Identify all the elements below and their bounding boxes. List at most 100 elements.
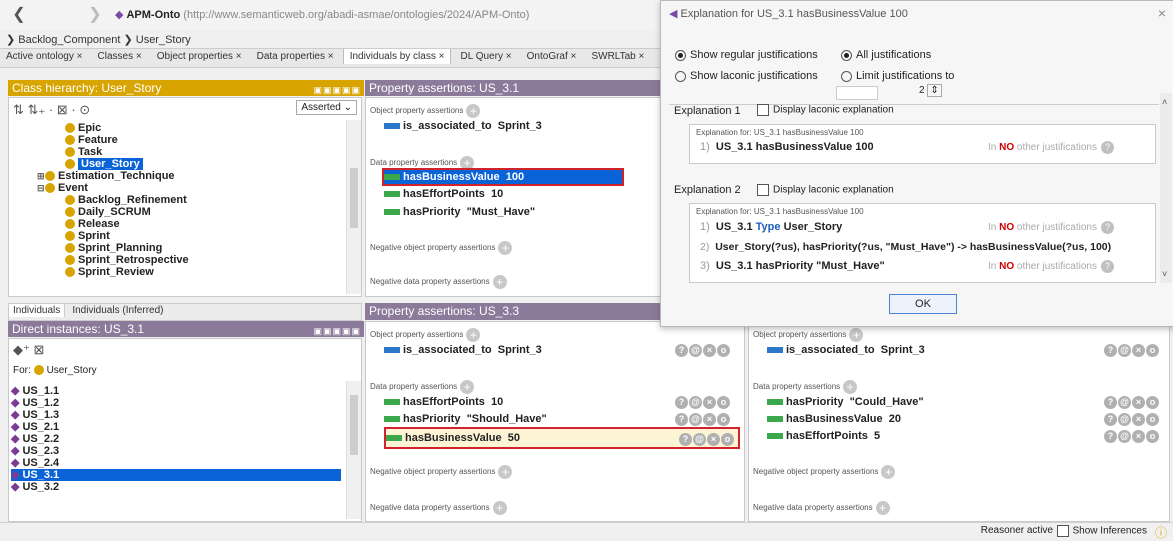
assertion-actions[interactable]: ? @ × o	[1103, 413, 1159, 426]
add-negative-object-assertion-button[interactable]: +	[498, 465, 513, 479]
class-tree-item[interactable]: ⊟ Event	[13, 182, 343, 194]
class-tree-item[interactable]: Task	[13, 146, 343, 158]
expander-icon[interactable]: ⊞	[37, 170, 45, 182]
assertion-row[interactable]: hasPriority "Should_Have" ? @ × o	[384, 413, 734, 426]
assertion-row[interactable]: hasEffortPoints 10	[384, 188, 503, 200]
back-button[interactable]: ❮	[10, 6, 28, 24]
add-negative-data-assertion-button[interactable]: +	[492, 275, 507, 289]
individual-item[interactable]: ◆ US_1.1	[11, 385, 341, 397]
class-tree-item[interactable]: Feature	[13, 134, 343, 146]
limit-spinner[interactable]: 2 ⇕	[919, 84, 942, 97]
class-tree-item[interactable]: Release	[13, 218, 343, 230]
assertion-row[interactable]: hasPriority "Could_Have" ? @ × o	[767, 396, 1163, 409]
class-tree-item[interactable]: Sprint_Planning	[13, 242, 343, 254]
individual-item[interactable]: ◆ US_2.1	[11, 421, 341, 433]
individual-toolbar-icons[interactable]: ◆⁺ ⊠	[13, 342, 44, 358]
warning-icon[interactable]: ⓘ	[1155, 524, 1167, 541]
explain-icon: ?	[675, 396, 688, 409]
justification-line[interactable]: 3) US_3.1 hasPriority "Must_Have" In NO …	[700, 260, 1150, 273]
class-tree-item[interactable]: Daily_SCRUM	[13, 206, 343, 218]
panel-window-buttons[interactable]: ▣▣▣▣▣	[313, 323, 361, 339]
tab-individuals-inferred[interactable]: Individuals (Inferred)	[68, 304, 167, 317]
scroll-thumb[interactable]	[350, 168, 358, 228]
justification-line[interactable]: 2) User_Story(?us), hasPriority(?us, "Mu…	[700, 241, 1155, 253]
class-tree-item[interactable]: Sprint_Review	[13, 266, 343, 278]
display-laconic-checkbox-2[interactable]: Display laconic explanation	[757, 184, 894, 196]
tab-swrltab[interactable]: SWRLTab ×	[585, 49, 650, 64]
assertion-row[interactable]: is_associated_to Sprint_3 ? @ × o	[384, 344, 734, 357]
all-justifications-radio[interactable]: All justifications	[841, 49, 931, 61]
limit-justifications-radio[interactable]: Limit justifications to	[841, 70, 954, 82]
individual-item[interactable]: ◆ US_1.2	[11, 397, 341, 409]
assertion-row[interactable]: is_associated_to Sprint_3	[384, 120, 542, 132]
add-negative-object-assertion-button[interactable]: +	[881, 465, 896, 479]
tab-individuals[interactable]: Individuals	[9, 304, 66, 317]
individual-item[interactable]: ◆ US_2.2	[11, 433, 341, 445]
assertion-row-highlighted[interactable]: hasBusinessValue 50 ? @ × o	[384, 427, 740, 449]
assertion-actions[interactable]: ? @ × o	[674, 413, 730, 426]
close-icon[interactable]: ×	[1158, 5, 1166, 21]
individual-item[interactable]: ◆ US_1.3	[11, 409, 341, 421]
add-object-assertion-button[interactable]: +	[466, 104, 481, 118]
assertion-row[interactable]: hasBusinessValue 20 ? @ × o	[767, 413, 1163, 426]
add-data-assertion-button[interactable]: +	[843, 380, 858, 394]
tab-ontograf[interactable]: OntoGraf ×	[521, 49, 583, 64]
tab-individuals-by-class[interactable]: Individuals by class ×	[342, 49, 452, 64]
class-toolbar-icons[interactable]: ⇅ ⇅₊ · ⊠ · ⊙	[13, 102, 90, 118]
individual-item[interactable]: ◆ US_2.3	[11, 445, 341, 457]
add-negative-object-assertion-button[interactable]: +	[498, 241, 513, 255]
add-object-assertion-button[interactable]: +	[849, 328, 864, 342]
class-tree-item[interactable]: ⊞ Estimation_Technique	[13, 170, 343, 182]
asserted-dropdown[interactable]: Asserted ⌄	[296, 100, 357, 115]
tab-active-ontology[interactable]: Active ontology ×	[0, 49, 88, 64]
assertion-actions[interactable]: ? @ × o	[1103, 430, 1159, 443]
ontology-url: ◆ APM-Onto (http://www.semanticweb.org/ab…	[115, 8, 529, 21]
class-icon	[65, 159, 75, 170]
dialog-scrollbar[interactable]: ˄ ˅	[1160, 93, 1172, 283]
class-tree-item[interactable]: User_Story	[13, 158, 343, 170]
assertion-row[interactable]: hasEffortPoints 10 ? @ × o	[384, 396, 734, 409]
tab-object-properties[interactable]: Object properties ×	[151, 49, 248, 64]
individual-item[interactable]: ◆ US_3.2	[11, 481, 341, 493]
assertion-row[interactable]: is_associated_to Sprint_3 ? @ × o	[767, 344, 1163, 357]
assertion-row-selected[interactable]: hasBusinessValue 100	[382, 168, 624, 186]
assertion-actions[interactable]: ? @ × o	[678, 431, 734, 449]
expander-icon[interactable]: ⊟	[37, 182, 45, 194]
justification-line[interactable]: 1) US_3.1 Type User_Story In NO other ju…	[700, 221, 1150, 234]
individual-list-scrollbar[interactable]	[346, 381, 361, 519]
class-label: Backlog_Refinement	[78, 194, 187, 206]
add-object-assertion-button[interactable]: +	[466, 328, 481, 342]
add-data-assertion-button[interactable]: +	[460, 380, 475, 394]
panel-window-buttons[interactable]: ▣▣▣▣▣	[313, 82, 361, 98]
show-regular-radio[interactable]: Show regular justifications	[675, 49, 818, 61]
class-tree-item[interactable]: Backlog_Refinement	[13, 194, 343, 206]
add-negative-data-assertion-button[interactable]: +	[875, 501, 890, 515]
class-tree-scrollbar[interactable]	[346, 120, 361, 294]
individual-item[interactable]: ◆ US_2.4	[11, 457, 341, 469]
individual-item[interactable]: ◆ US_3.1	[11, 469, 341, 481]
class-tree-item[interactable]: Sprint	[13, 230, 343, 242]
individual-label: US_1.2	[22, 397, 60, 409]
class-tree-item[interactable]: Epic	[13, 122, 343, 134]
tab-dl-query[interactable]: DL Query ×	[455, 49, 518, 64]
show-inferences-checkbox[interactable]: Show Inferences	[1056, 525, 1147, 537]
assertion-actions[interactable]: ? @ × o	[1103, 344, 1159, 357]
tab-data-properties[interactable]: Data properties ×	[251, 49, 340, 64]
justification-line[interactable]: 1) US_3.1 hasBusinessValue 100 In NO oth…	[700, 141, 1150, 154]
forward-button[interactable]: ❯	[86, 6, 104, 24]
assertion-actions[interactable]: ? @ × o	[674, 396, 730, 409]
assertion-actions[interactable]: ? @ × o	[674, 344, 730, 357]
assertion-row[interactable]: hasEffortPoints 5 ? @ × o	[767, 430, 1163, 443]
class-label: Epic	[78, 122, 102, 134]
breadcrumb-item[interactable]: User_Story	[136, 34, 191, 46]
tab-classes[interactable]: Classes ×	[92, 49, 148, 64]
breadcrumb-item[interactable]: Backlog_Component	[18, 34, 120, 46]
scroll-thumb[interactable]	[350, 395, 358, 455]
ok-button[interactable]: OK	[889, 294, 957, 314]
show-laconic-radio[interactable]: Show laconic justifications	[675, 70, 818, 82]
display-laconic-checkbox-1[interactable]: Display laconic explanation	[757, 104, 894, 116]
assertion-actions[interactable]: ? @ × o	[1103, 396, 1159, 409]
add-negative-data-assertion-button[interactable]: +	[492, 501, 507, 515]
assertion-row[interactable]: hasPriority "Must_Have"	[384, 206, 535, 218]
class-tree-item[interactable]: Sprint_Retrospective	[13, 254, 343, 266]
